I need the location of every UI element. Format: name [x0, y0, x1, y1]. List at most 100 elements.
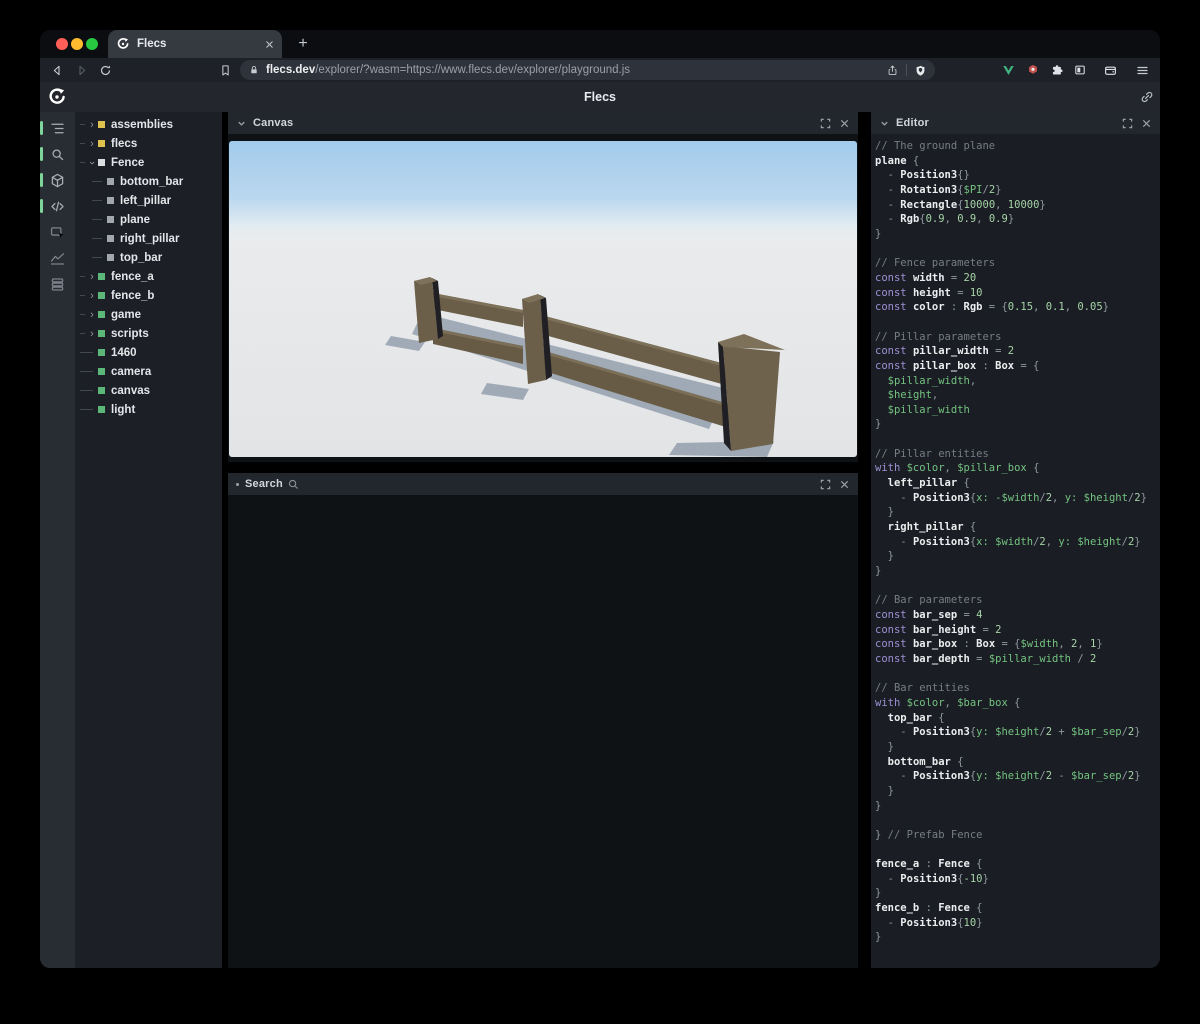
entity-color-swatch — [98, 140, 105, 147]
3d-viewport[interactable] — [229, 141, 857, 457]
chevron-right-icon[interactable]: › — [87, 271, 97, 282]
code-line: } — [875, 227, 882, 240]
traffic-light-close[interactable] — [56, 38, 68, 50]
tree-item-assemblies[interactable]: › assemblies — [75, 115, 222, 134]
entity-tree: › assemblies › flecs › Fence bottom_bar left_pi… — [75, 112, 222, 968]
code-area[interactable]: // The ground plane plane { - Position3{}… — [875, 139, 1147, 945]
hierarchy-tool-button[interactable] — [40, 115, 75, 141]
close-icon[interactable] — [839, 479, 850, 490]
code-tool-button[interactable] — [40, 193, 75, 219]
reload-icon — [100, 65, 110, 75]
cube-tool-button[interactable] — [40, 167, 75, 193]
code-line: } — [875, 931, 882, 944]
tree-item-fence_a[interactable]: › fence_a — [75, 267, 222, 286]
tree-item-top_bar[interactable]: top_bar — [75, 248, 222, 267]
bookmark-sidebar-button[interactable] — [215, 60, 235, 80]
tree-item-light[interactable]: light — [75, 400, 222, 419]
tree-guide-line — [80, 124, 85, 125]
url-bar[interactable]: flecs.dev/explorer/?wasm=https://www.fle… — [240, 60, 935, 80]
tree-item-camera[interactable]: camera — [75, 362, 222, 381]
back-button[interactable] — [47, 60, 67, 80]
close-icon[interactable] — [1141, 118, 1152, 129]
tab-close-icon[interactable] — [265, 40, 274, 49]
extensions-button[interactable] — [1047, 60, 1067, 80]
reload-button[interactable] — [95, 60, 115, 80]
chevron-down-icon[interactable] — [879, 118, 890, 129]
entity-color-swatch — [98, 349, 105, 356]
tree-item-bottom_bar[interactable]: bottom_bar — [75, 172, 222, 191]
code-line: const bar_sep = 4 — [875, 609, 983, 621]
sidebar-toggle-button[interactable] — [1070, 60, 1090, 80]
tree-item-1460[interactable]: 1460 — [75, 343, 222, 362]
chevron-down-icon[interactable] — [236, 118, 247, 129]
code-line: const bar_height = 2 — [875, 623, 1002, 636]
maximize-icon[interactable] — [1122, 118, 1133, 129]
editor-panel-header: Editor — [871, 112, 1160, 134]
tree-item-Fence[interactable]: › Fence — [75, 153, 222, 172]
tree-guide-line — [80, 390, 93, 391]
red-extension-button[interactable] — [1023, 60, 1043, 80]
browser-menu-button[interactable] — [1132, 60, 1152, 80]
vue-devtools-extension-button[interactable] — [998, 60, 1018, 80]
flecs-logo-icon[interactable] — [47, 87, 67, 107]
share-link-icon[interactable] — [1139, 89, 1155, 105]
code-line: - Position3{} — [875, 169, 970, 182]
search-panel-content[interactable] — [228, 495, 858, 968]
tree-item-plane[interactable]: plane — [75, 210, 222, 229]
chart-tool-button[interactable] — [40, 245, 75, 271]
tree-item-label: left_pillar — [120, 194, 172, 207]
code-line: // Pillar entities — [875, 447, 989, 460]
chevron-down-icon[interactable]: › — [86, 158, 98, 168]
maximize-icon[interactable] — [820, 118, 831, 129]
browser-window: Flecs + flecs.dev /explorer/?wasm=https:… — [40, 30, 1160, 968]
stack-tool-button[interactable] — [40, 271, 75, 297]
search-tool-button[interactable] — [40, 141, 75, 167]
active-panel-pill — [40, 199, 43, 213]
traffic-light-minimize[interactable] — [71, 38, 83, 50]
forward-icon — [78, 65, 85, 75]
new-tab-button[interactable]: + — [292, 33, 314, 55]
tree-item-game[interactable]: › game — [75, 305, 222, 324]
inspector-tool-button[interactable] — [40, 219, 75, 245]
chevron-right-icon[interactable]: › — [87, 328, 97, 339]
maximize-icon[interactable] — [820, 479, 831, 490]
tree-item-label: fence_b — [111, 289, 155, 302]
tree-guide-line — [80, 352, 93, 353]
code-icon — [51, 201, 64, 211]
entity-color-swatch — [98, 273, 105, 280]
search-icon — [52, 148, 64, 160]
entity-color-swatch — [98, 368, 105, 375]
tree-item-left_pillar[interactable]: left_pillar — [75, 191, 222, 210]
tree-item-flecs[interactable]: › flecs — [75, 134, 222, 153]
traffic-light-zoom[interactable] — [86, 38, 98, 50]
wallet-button[interactable] — [1100, 60, 1120, 80]
share-icon[interactable] — [886, 64, 899, 77]
browser-tab[interactable]: Flecs — [108, 30, 282, 58]
tree-item-canvas[interactable]: canvas — [75, 381, 222, 400]
tree-item-scripts[interactable]: › scripts — [75, 324, 222, 343]
center-column: Canvas Search — [228, 112, 858, 968]
tree-item-right_pillar[interactable]: right_pillar — [75, 229, 222, 248]
chevron-right-icon[interactable]: › — [87, 119, 97, 130]
close-icon[interactable] — [839, 118, 850, 129]
code-line: const pillar_box : Box = { — [875, 359, 1040, 372]
tree-item-fence_b[interactable]: › fence_b — [75, 286, 222, 305]
chevron-right-icon[interactable]: › — [87, 309, 97, 320]
entity-color-swatch — [107, 197, 114, 204]
forward-button[interactable] — [71, 60, 91, 80]
chevron-right-icon[interactable]: › — [87, 290, 97, 301]
tree-guide-line — [80, 162, 85, 163]
tree-item-label: Fence — [111, 156, 145, 169]
panel-divider[interactable] — [858, 112, 871, 968]
tree-guide-line — [80, 314, 85, 315]
chevron-right-icon[interactable]: › — [87, 138, 97, 149]
tree-item-label: fence_a — [111, 270, 154, 283]
code-line: plane { — [875, 154, 920, 167]
panel-collapse-dot-icon[interactable] — [236, 482, 239, 486]
entity-color-swatch — [98, 121, 105, 128]
active-panel-pill — [40, 147, 43, 161]
brave-shield-icon[interactable] — [914, 64, 927, 77]
